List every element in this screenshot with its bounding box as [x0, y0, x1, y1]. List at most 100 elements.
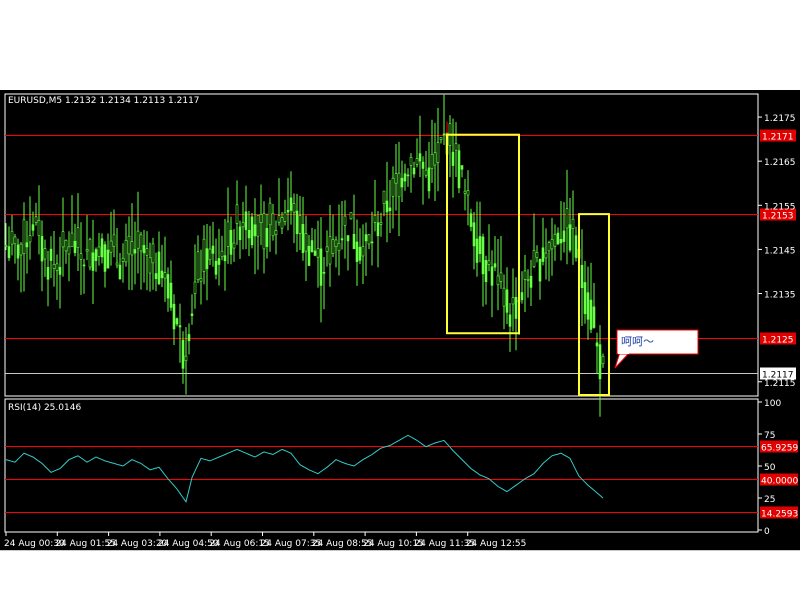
candle-body-56 [172, 303, 176, 330]
price-tick-label-3: 1.2145 [764, 246, 796, 256]
candle-body-115 [349, 212, 353, 220]
candle-body-143 [433, 152, 437, 166]
candle-body-71 [217, 258, 221, 265]
candle-body-166 [502, 287, 506, 307]
candles [4, 94, 605, 417]
candle-body-42 [130, 241, 134, 256]
candle-body-111 [337, 242, 341, 252]
candle-body-128 [388, 207, 392, 212]
candle-body-153 [463, 190, 467, 194]
candle-body-63 [193, 281, 197, 294]
candle-body-39 [121, 257, 125, 262]
candle-body-100 [304, 233, 308, 252]
rsi-tick-label-2: 50 [764, 463, 776, 473]
candle-body-7 [25, 242, 29, 248]
candle-body-141 [427, 167, 431, 192]
price-tick-label-1: 1.2165 [764, 158, 796, 168]
candle-body-118 [358, 246, 362, 261]
candle-body-160 [484, 260, 488, 282]
candle-body-121 [367, 234, 371, 245]
candle-body-35 [109, 240, 113, 253]
candle-body-113 [343, 215, 347, 226]
candle-body-125 [379, 222, 383, 225]
candle-body-75 [229, 230, 233, 255]
candle-body-157 [475, 238, 479, 263]
candle-body-6 [22, 219, 26, 254]
candle-body-97 [295, 210, 299, 235]
candle-body-64 [196, 251, 200, 280]
rsi-tick-label-0: 100 [764, 399, 781, 409]
candle-body-82 [250, 216, 254, 246]
candle-body-8 [28, 235, 32, 243]
price-tick-label-5: 1.2115 [764, 379, 796, 389]
candle-body-91 [277, 215, 281, 223]
candle-body-27 [85, 249, 89, 252]
candle-body-122 [370, 241, 374, 244]
candle-body-133 [403, 173, 407, 182]
x-axis-ticks: 24 Aug 00:3024 Aug 01:5524 Aug 03:2024 A… [4, 532, 526, 549]
candle-body-102 [310, 240, 314, 252]
candle-body-1 [7, 246, 11, 259]
candle-body-53 [163, 272, 167, 279]
candle-body-136 [412, 167, 416, 175]
candle-body-13 [43, 248, 47, 260]
candle-body-168 [508, 314, 512, 327]
chart-window: 1.2171 1.2153 1.2125 1.2117 65.9259 40.0000 1… [0, 90, 800, 550]
candle-body-138 [418, 153, 422, 162]
chart-svg: 1.21711.21531.21251.2117 65.925940.00001… [4, 93, 798, 549]
candle-body-131 [397, 172, 401, 198]
candle-body-37 [115, 262, 119, 266]
candle-body-142 [430, 154, 434, 170]
callout-note: 呵呵～ [614, 329, 699, 369]
candle-body-84 [256, 214, 260, 237]
candle-body-47 [145, 248, 149, 256]
candle-body-17 [55, 263, 59, 271]
candle-body-38 [118, 264, 122, 280]
candle-body-93 [283, 212, 287, 222]
callout-text: 呵呵～ [621, 335, 654, 348]
candle-body-26 [82, 264, 86, 267]
price-tick-label-2: 1.2155 [764, 202, 796, 212]
candle-body-175 [529, 275, 533, 288]
rsi-tick-label-1: 75 [764, 431, 775, 441]
candle-body-10 [34, 216, 38, 223]
candle-body-165 [499, 272, 503, 282]
candle-body-62 [190, 313, 194, 316]
candle-body-186 [562, 230, 566, 242]
candle-body-44 [136, 230, 140, 249]
candle-body-65 [199, 278, 203, 282]
candle-body-54 [166, 274, 170, 299]
candle-body-12 [40, 236, 44, 262]
candle-body-194 [586, 292, 590, 320]
price-tick-label-4: 1.2135 [764, 291, 796, 301]
candle-body-151 [457, 150, 461, 189]
candle-body-29 [91, 252, 95, 271]
candle-body-50 [154, 273, 158, 280]
rsi-level-label-0: 65.9259 [761, 444, 798, 454]
candle-body-124 [376, 222, 380, 237]
candle-body-21 [67, 246, 71, 255]
candle-body-11 [37, 220, 41, 237]
candle-body-48 [148, 256, 152, 274]
candle-body-120 [364, 234, 368, 242]
candle-body-90 [274, 230, 278, 235]
candle-body-173 [523, 270, 527, 280]
candle-body-61 [187, 334, 191, 342]
candle-body-150 [454, 143, 458, 151]
candle-body-25 [79, 253, 83, 260]
candle-body-18 [58, 266, 62, 275]
rsi-tick-label-3: 25 [764, 495, 775, 505]
candle-body-80 [244, 211, 248, 230]
price-y-ticks: 1.2175 1.2165 1.2155 1.2145 1.2135 1.2115 [758, 114, 796, 389]
candle-body-67 [205, 248, 209, 270]
candle-body-66 [202, 238, 206, 272]
candle-body-92 [280, 217, 284, 229]
candle-body-89 [271, 213, 275, 237]
candle-body-94 [286, 209, 290, 213]
candle-body-174 [526, 279, 530, 281]
candle-body-181 [547, 242, 551, 252]
candle-body-60 [184, 355, 188, 362]
price-chart-title: EURUSD,M5 1.2132 1.2134 1.2113 1.2117 [8, 96, 200, 106]
candle-body-81 [247, 229, 251, 239]
candle-body-31 [97, 246, 101, 257]
